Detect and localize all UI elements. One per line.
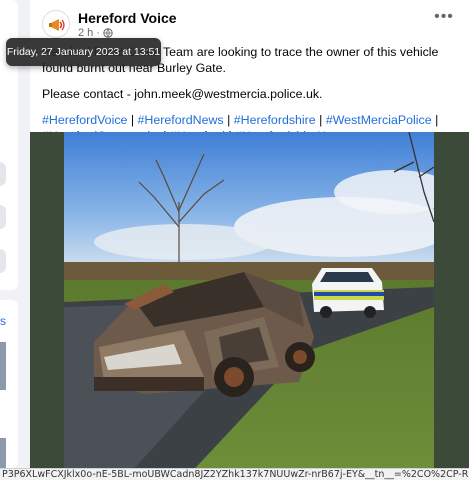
left-link-fragment[interactable]: s bbox=[0, 314, 6, 328]
post-text-line2: Please contact - john.meek@westmercia.po… bbox=[42, 87, 323, 101]
left-menu-item[interactable] bbox=[0, 205, 6, 229]
hashtag-link[interactable]: #Herefordshire bbox=[234, 113, 316, 127]
megaphone-logo-icon bbox=[44, 12, 69, 37]
hashtag-link[interactable]: #HerefordNews bbox=[138, 113, 224, 127]
page-avatar[interactable] bbox=[42, 10, 70, 38]
timestamp-tooltip: Friday, 27 January 2023 at 13:51 bbox=[6, 38, 161, 66]
hashtag-separator: | bbox=[127, 113, 138, 127]
left-thumbnail[interactable] bbox=[0, 438, 6, 468]
left-thumbnail[interactable] bbox=[0, 342, 6, 390]
browser-status-bar: P3P6XLwFCXJklx0o-nE-5BL-moUBWCadn8JZ2YZh… bbox=[0, 468, 469, 480]
left-menu-item[interactable] bbox=[0, 249, 6, 273]
post-image-container[interactable] bbox=[30, 132, 469, 480]
facebook-feed: s Hereford Voice 2 h · ••• Hereford Rura… bbox=[0, 0, 469, 480]
more-options-icon[interactable]: ••• bbox=[433, 9, 455, 30]
burnt-car-photo bbox=[64, 132, 434, 480]
hashtag-link[interactable]: #HerefordVoice bbox=[42, 113, 127, 127]
hashtag-separator: | bbox=[431, 113, 439, 127]
globe-icon bbox=[103, 28, 113, 38]
hashtag-separator: | bbox=[223, 113, 234, 127]
hashtag-link[interactable]: #WestMerciaPolice bbox=[326, 113, 432, 127]
post-header: Hereford Voice 2 h · ••• bbox=[30, 0, 469, 42]
page-name[interactable]: Hereford Voice bbox=[78, 10, 177, 26]
left-menu-item[interactable] bbox=[0, 162, 6, 186]
feed-post: Hereford Voice 2 h · ••• Hereford Rural … bbox=[30, 0, 469, 480]
post-photo[interactable] bbox=[64, 132, 434, 480]
left-column: s bbox=[0, 0, 18, 480]
hashtag-separator: | bbox=[315, 113, 326, 127]
